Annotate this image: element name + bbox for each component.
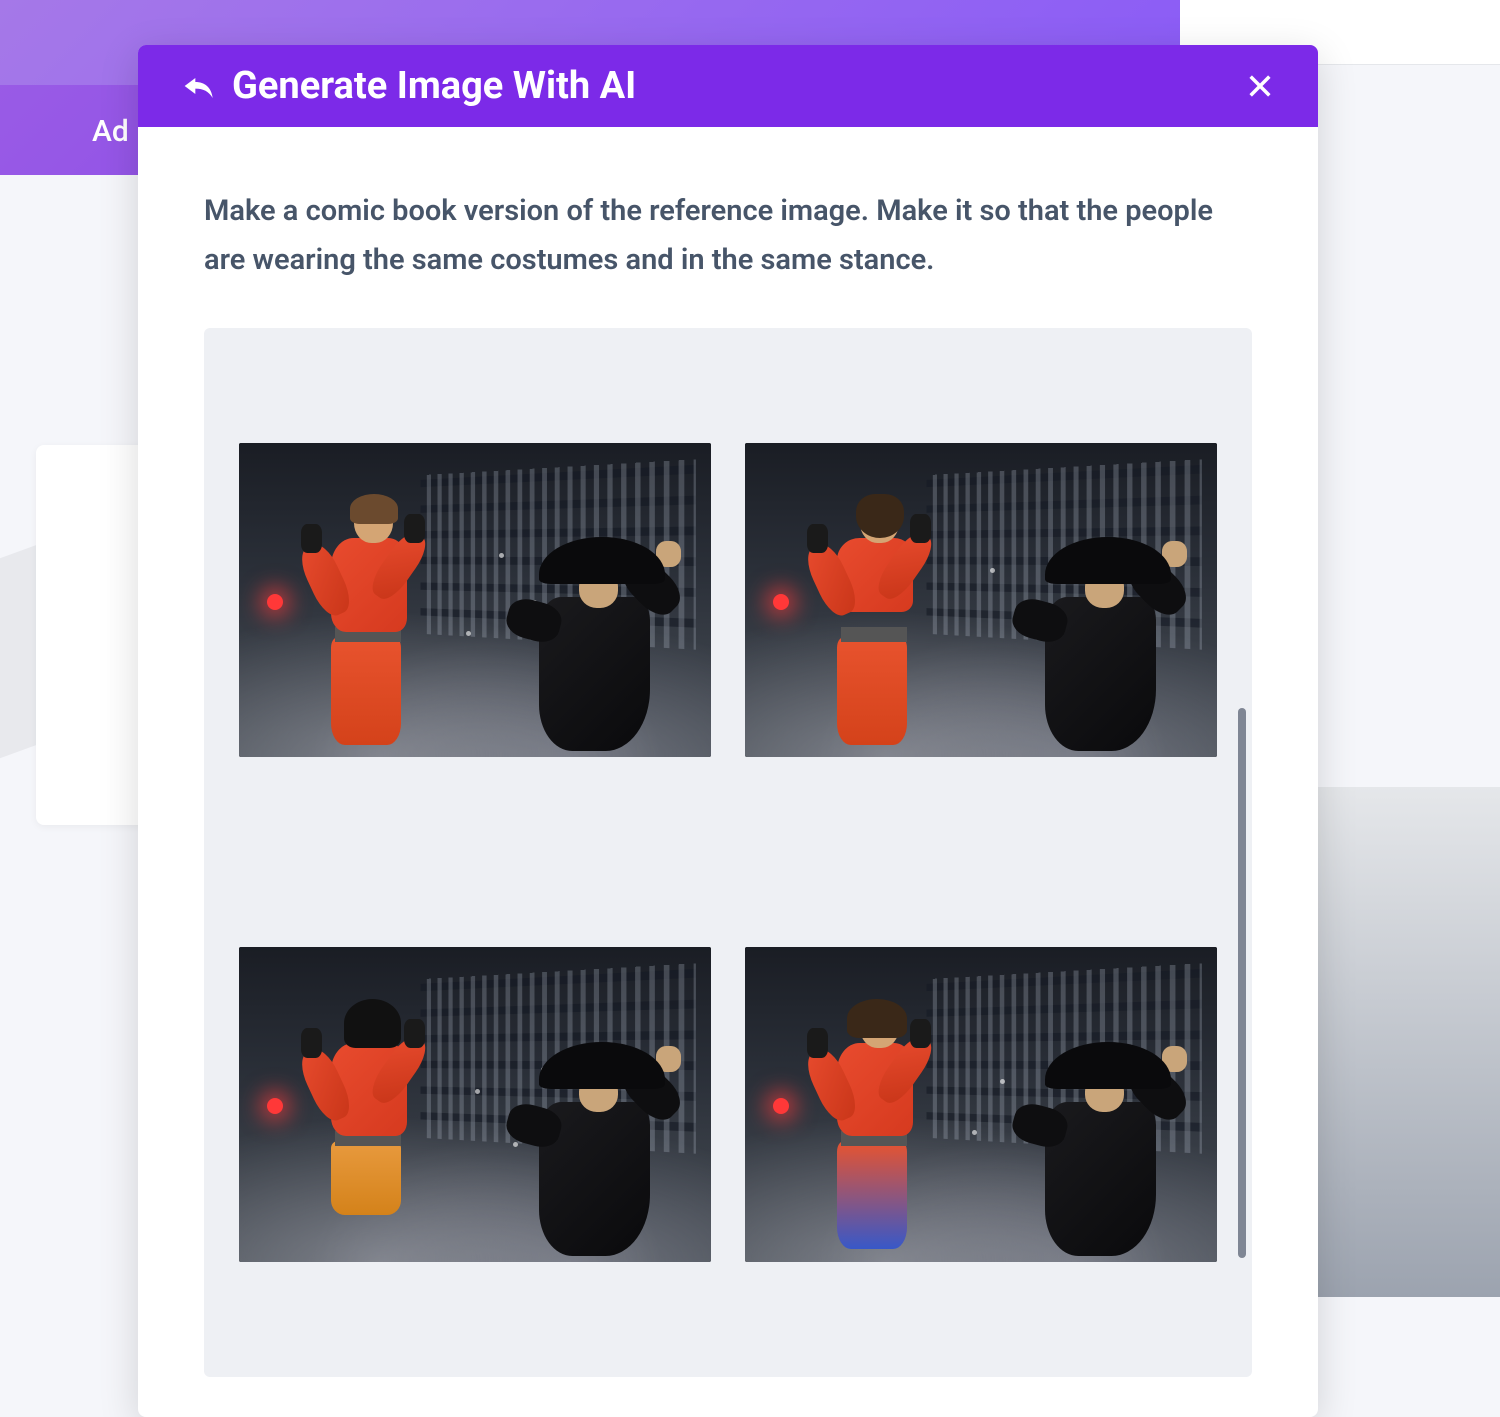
modal-body: Make a comic book version of the referen… bbox=[138, 127, 1318, 1417]
bg-card-right bbox=[1305, 787, 1500, 1297]
bg-nav-fragment: Ad bbox=[92, 114, 129, 149]
generate-image-modal: Generate Image With AI Make a comic book… bbox=[138, 45, 1318, 1417]
result-image-3[interactable] bbox=[239, 947, 711, 1262]
prompt-text: Make a comic book version of the referen… bbox=[204, 187, 1252, 286]
scrollbar-thumb[interactable] bbox=[1238, 708, 1246, 1258]
results-grid bbox=[239, 443, 1217, 1262]
result-image-2[interactable] bbox=[745, 443, 1217, 758]
bg-card-left bbox=[36, 445, 151, 825]
close-icon[interactable] bbox=[1246, 72, 1274, 100]
result-image-4[interactable] bbox=[745, 947, 1217, 1262]
modal-header-left: Generate Image With AI bbox=[182, 64, 636, 108]
results-panel bbox=[204, 328, 1252, 1377]
reply-icon[interactable] bbox=[182, 71, 214, 101]
scrollbar-track[interactable] bbox=[1238, 448, 1246, 1297]
modal-header: Generate Image With AI bbox=[138, 45, 1318, 127]
result-image-1[interactable] bbox=[239, 443, 711, 758]
modal-title: Generate Image With AI bbox=[232, 64, 636, 108]
